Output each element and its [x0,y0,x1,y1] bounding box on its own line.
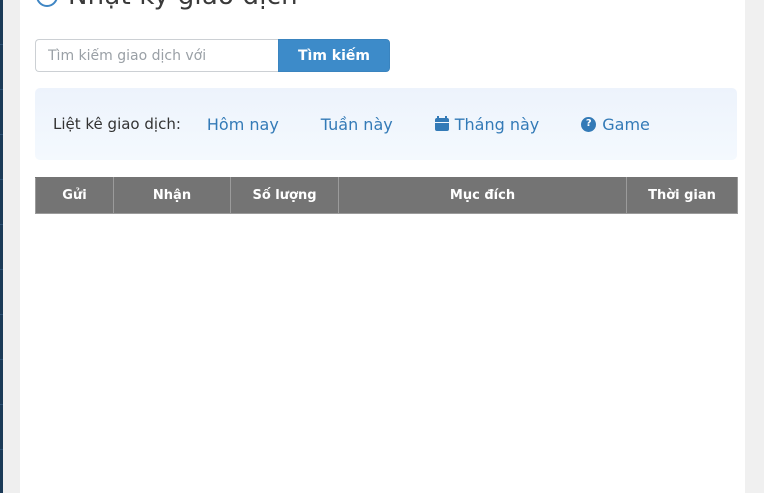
search-group: Tìm kiếm [35,39,390,72]
filter-link-this-month-label: Tháng này [455,115,540,134]
table-header-row: Gửi Nhận Số lượng Mục đích Thời gian [36,178,738,214]
question-circle-icon: ? [581,117,596,132]
column-header-time: Thời gian [627,178,738,214]
filter-link-game[interactable]: ? Game [581,115,650,134]
page-title-text: Nhật ký giao dịch [68,0,298,11]
column-header-purpose: Mục đích [339,178,627,214]
column-header-sender: Gửi [36,178,114,214]
column-header-amount: Số lượng [231,178,339,214]
search-button[interactable]: Tìm kiếm [278,39,390,72]
calendar-icon [435,118,449,131]
transactions-table: Gửi Nhận Số lượng Mục đích Thời gian [35,177,738,214]
scrollbar-track[interactable] [745,0,764,493]
filter-link-today-label: Hôm nay [207,115,279,134]
page-title: Nhật ký giao dịch [36,0,298,13]
filter-label: Liệt kê giao dịch: [53,115,181,133]
history-clock-icon [36,0,58,7]
filter-link-this-week[interactable]: Tuần này [321,115,393,134]
filter-link-game-label: Game [602,115,650,134]
filter-bar: Liệt kê giao dịch: Hôm nay Tuần này Thán… [35,88,737,160]
filter-link-today[interactable]: Hôm nay [207,115,279,134]
filter-link-this-week-label: Tuần này [321,115,393,134]
filter-link-this-month[interactable]: Tháng này [435,115,540,134]
filter-links: Hôm nay Tuần này Tháng này ? Game [207,115,692,134]
column-header-receiver: Nhận [114,178,231,214]
search-input[interactable] [35,39,278,72]
content-gutter [3,0,20,493]
